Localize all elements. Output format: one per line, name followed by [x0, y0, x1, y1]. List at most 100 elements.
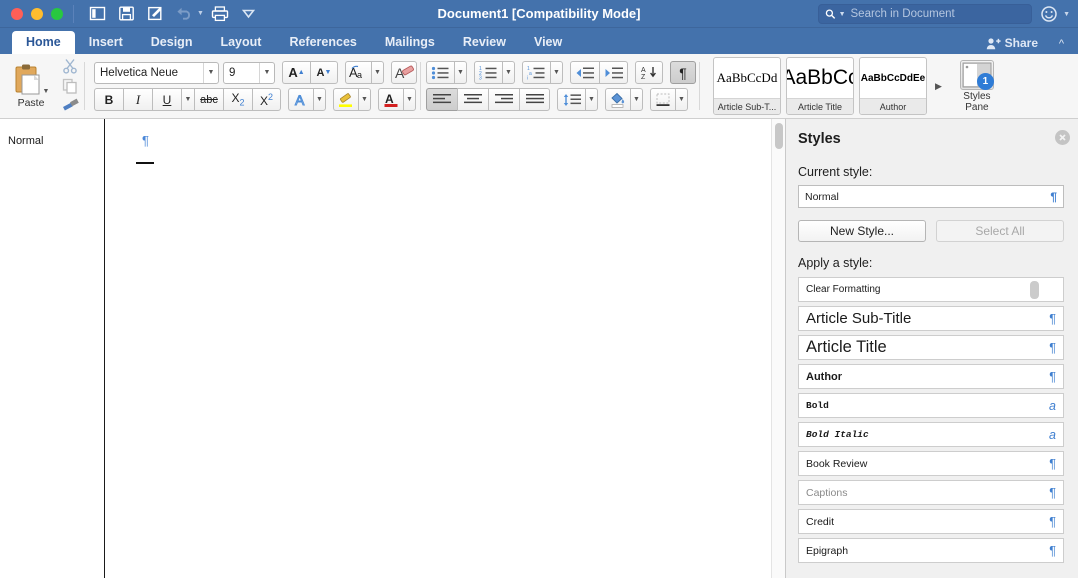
text-effects-chevron-icon[interactable]: ▼ [313, 88, 326, 111]
style-list-item-epigraph[interactable]: Epigraph ¶ [798, 538, 1064, 563]
bullets-chevron-icon[interactable]: ▼ [454, 61, 467, 84]
maximize-window-button[interactable] [51, 7, 63, 20]
sort-button[interactable]: AZ [635, 61, 663, 84]
align-left-button[interactable] [426, 88, 457, 111]
bullets-button[interactable] [426, 61, 454, 84]
tab-home[interactable]: Home [12, 31, 75, 54]
tab-view[interactable]: View [520, 31, 576, 54]
align-center-button[interactable] [457, 88, 488, 111]
paste-options-chevron-icon[interactable]: ▼ [43, 88, 50, 95]
style-list-item-author[interactable]: Author ¶ [798, 364, 1064, 389]
change-case-chevron-icon[interactable]: ▼ [371, 61, 384, 84]
chevron-down-icon[interactable]: ▼ [259, 62, 274, 83]
style-list-item-article-sub-title[interactable]: Article Sub-Title ¶ [798, 306, 1064, 331]
document-canvas[interactable]: ¶ [105, 119, 771, 578]
line-spacing-chevron-icon[interactable]: ▼ [585, 88, 598, 111]
gallery-more-icon[interactable]: ▶ [932, 81, 945, 92]
save-icon[interactable] [113, 3, 139, 25]
share-button[interactable]: Share [986, 36, 1038, 50]
gallery-item-article-title[interactable]: AaBbCc Article Title [786, 57, 854, 115]
window-controls [0, 7, 63, 20]
format-painter-icon[interactable] [59, 97, 81, 115]
italic-button[interactable]: I [123, 88, 152, 111]
styles-pane-button[interactable]: 1 Styles Pane [954, 59, 1000, 113]
shrink-font-button[interactable]: A ▼ [310, 61, 338, 84]
undo-icon[interactable] [171, 3, 197, 25]
underline-button[interactable]: U [152, 88, 181, 111]
scrollbar-thumb[interactable] [775, 123, 783, 149]
align-right-button[interactable] [488, 88, 519, 111]
new-style-button[interactable]: New Style... [798, 220, 926, 242]
tab-mailings[interactable]: Mailings [371, 31, 449, 54]
tab-insert[interactable]: Insert [75, 31, 137, 54]
print-icon[interactable] [207, 3, 233, 25]
show-formatting-marks-button[interactable]: ¶ [670, 61, 696, 84]
paste-icon [15, 64, 40, 95]
tab-references[interactable]: References [275, 31, 370, 54]
style-list-item-bold-italic[interactable]: Bold Italic a [798, 422, 1064, 447]
style-list-item-bold[interactable]: Bold a [798, 393, 1064, 418]
help-chevron-down-icon[interactable]: ▼ [1063, 11, 1070, 18]
tab-design[interactable]: Design [137, 31, 207, 54]
style-name: Captions [806, 486, 848, 499]
style-list-item-credit[interactable]: Credit ¶ [798, 509, 1064, 534]
font-color-chevron-icon[interactable]: ▼ [403, 88, 416, 111]
increase-indent-button[interactable] [599, 61, 628, 84]
smiley-icon[interactable] [1040, 5, 1058, 23]
line-spacing-button[interactable] [557, 88, 585, 111]
shading-button[interactable] [605, 88, 630, 111]
chevron-down-icon[interactable]: ▼ [203, 62, 218, 83]
font-color-button[interactable]: A [378, 88, 403, 111]
underline-chevron-icon[interactable]: ▼ [181, 88, 194, 111]
numbering-chevron-icon[interactable]: ▼ [502, 61, 515, 84]
style-list-item-captions[interactable]: Captions ¶ [798, 480, 1064, 505]
text-effects-button[interactable]: A [288, 88, 313, 111]
style-list-item-clear-formatting[interactable]: Clear Formatting [798, 277, 1064, 302]
vertical-scrollbar[interactable] [771, 119, 785, 578]
search-box[interactable]: ▼ [818, 4, 1032, 24]
multilevel-chevron-icon[interactable]: ▼ [550, 61, 563, 84]
quick-access-toolbar: ▼ [84, 3, 262, 25]
subscript-button[interactable]: X2 [223, 88, 252, 111]
close-window-button[interactable] [11, 7, 23, 20]
current-style-field[interactable]: Normal ¶ [798, 185, 1064, 208]
highlight-chevron-icon[interactable]: ▼ [358, 88, 371, 111]
borders-button[interactable] [650, 88, 675, 111]
decrease-indent-button[interactable] [570, 61, 599, 84]
style-list-item-article-title[interactable]: Article Title ¶ [798, 335, 1064, 360]
copy-icon[interactable] [59, 77, 81, 95]
customize-toolbar-icon[interactable] [236, 3, 262, 25]
chevron-down-icon[interactable]: ▼ [197, 10, 204, 17]
close-icon[interactable] [1055, 130, 1070, 145]
search-scope-chevron-icon[interactable]: ▼ [839, 11, 846, 18]
style-list[interactable]: Clear Formatting Article Sub-Title ¶ Art… [798, 277, 1064, 563]
highlight-button[interactable] [333, 88, 358, 111]
superscript-button[interactable]: X2 [252, 88, 281, 111]
font-name-combo[interactable]: Helvetica Neue ▼ [94, 61, 219, 84]
multilevel-list-button[interactable]: 1ai [522, 61, 550, 84]
style-list-item-book-review[interactable]: Book Review ¶ [798, 451, 1064, 476]
justify-button[interactable] [519, 88, 550, 111]
style-name: Clear Formatting [806, 284, 881, 295]
borders-chevron-icon[interactable]: ▼ [675, 88, 688, 111]
search-input[interactable] [848, 7, 1025, 21]
gallery-item-article-sub-title[interactable]: AaBbCcDd Article Sub-T... [713, 57, 781, 115]
minimize-window-button[interactable] [31, 7, 43, 20]
tab-layout[interactable]: Layout [206, 31, 275, 54]
track-changes-icon[interactable] [142, 3, 168, 25]
font-size-combo[interactable]: 9 ▼ [223, 61, 275, 84]
sidebar-toggle-icon[interactable] [84, 3, 110, 25]
bold-button[interactable]: B [94, 88, 123, 111]
tab-review[interactable]: Review [449, 31, 520, 54]
clear-formatting-button[interactable]: A [391, 61, 417, 84]
gallery-item-author[interactable]: AaBbCcDdEe Author [859, 57, 927, 115]
shading-chevron-icon[interactable]: ▼ [630, 88, 643, 111]
style-list-scrollbar-thumb[interactable] [1030, 281, 1039, 299]
grow-font-button[interactable]: A ▲ [282, 61, 310, 84]
change-case-button[interactable]: Aa [345, 61, 371, 84]
paste-button[interactable]: ▼ Paste [8, 63, 54, 109]
chevron-up-icon[interactable]: ^ [1059, 38, 1064, 50]
numbering-button[interactable]: 123 [474, 61, 502, 84]
strikethrough-button[interactable]: abc [194, 88, 223, 111]
cut-icon[interactable] [59, 57, 81, 75]
